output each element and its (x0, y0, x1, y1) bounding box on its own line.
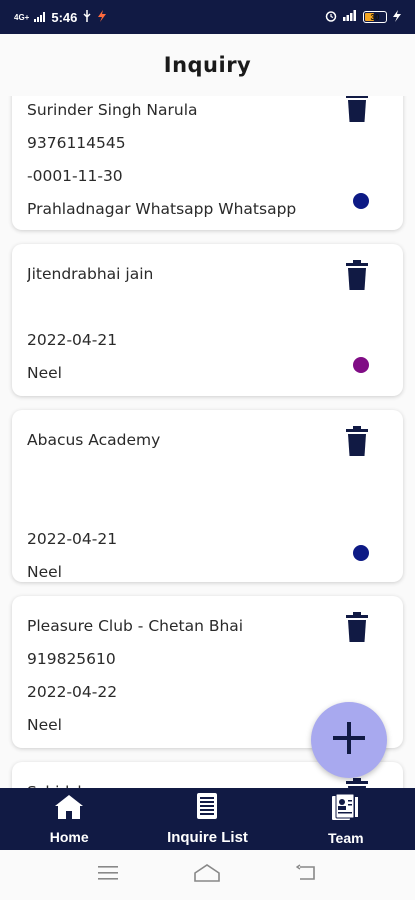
delete-trash-icon[interactable] (346, 260, 368, 290)
page-title: Inquiry (163, 53, 252, 77)
inquiry-card[interactable]: Jitendrabhai jain 2022-04-21 Neel (12, 244, 403, 396)
delete-trash-icon[interactable] (346, 96, 368, 122)
inquiry-card[interactable]: Surinder Singh Narula 9376114545 -0001-1… (12, 96, 403, 230)
inquiry-date: -0001-11-30 (27, 167, 123, 185)
alarm-icon (325, 10, 337, 25)
inquiry-card[interactable]: Abacus Academy 2022-04-21 Neel (12, 410, 403, 582)
delete-trash-icon[interactable] (346, 778, 368, 788)
inquiry-phone (27, 291, 388, 324)
inquiry-phone: 9376114545 (27, 134, 126, 152)
status-dot (353, 545, 369, 561)
menu-icon[interactable] (97, 865, 119, 886)
inquiry-source: Neel (27, 364, 62, 382)
status-dot (353, 357, 369, 373)
nav-team-label: Team (328, 829, 364, 846)
status-bar: 4G+ 5:46 30 (0, 0, 415, 34)
home-outline-icon[interactable] (193, 863, 221, 888)
nav-inquire-list-label: Inquire List (167, 829, 248, 846)
inquiry-date: 2022-04-21 (27, 331, 118, 349)
delete-trash-icon[interactable] (346, 426, 368, 456)
bottom-nav: Home Inquire List Team (0, 788, 415, 850)
charging-icon (393, 9, 401, 25)
nav-home[interactable]: Home (0, 788, 138, 850)
inquiry-name: Jitendrabhai jain (27, 265, 154, 283)
inquiry-source: Neel (27, 563, 62, 581)
inquiry-date: 2022-04-21 (27, 530, 118, 548)
status-time: 5:46 (51, 9, 78, 25)
inquiry-list[interactable]: Surinder Singh Narula 9376114545 -0001-1… (0, 96, 415, 788)
app-header: Inquiry (0, 34, 415, 96)
signal-icon (34, 10, 46, 25)
system-nav-bar (0, 850, 415, 900)
plus-icon (331, 720, 367, 761)
nav-home-label: Home (49, 828, 89, 845)
team-document-icon (330, 793, 362, 826)
status-dot (353, 193, 369, 209)
inquiry-name: Schjdsk (27, 776, 388, 788)
list-document-icon (196, 792, 218, 825)
flash-icon (97, 9, 107, 25)
inquiry-phone (27, 490, 388, 523)
home-icon (54, 794, 84, 825)
inquiry-name: Pleasure Club - Chetan Bhai (27, 617, 244, 635)
back-icon[interactable] (295, 863, 318, 887)
add-inquiry-button[interactable] (311, 702, 387, 778)
delete-trash-icon[interactable] (346, 612, 368, 642)
usb-icon (82, 9, 92, 25)
wifi-signal-icon (343, 10, 357, 24)
battery-icon: 30 (363, 11, 387, 23)
nav-team[interactable]: Team (277, 788, 415, 850)
network-indicator: 4G+ (14, 12, 30, 22)
inquiry-name: Surinder Singh Narula (27, 101, 198, 119)
inquiry-name: Abacus Academy (27, 431, 161, 449)
inquiry-phone: 919825610 (27, 650, 116, 668)
inquiry-source: Prahladnagar Whatsapp Whatsapp (27, 200, 297, 218)
nav-inquire-list[interactable]: Inquire List (138, 788, 276, 850)
